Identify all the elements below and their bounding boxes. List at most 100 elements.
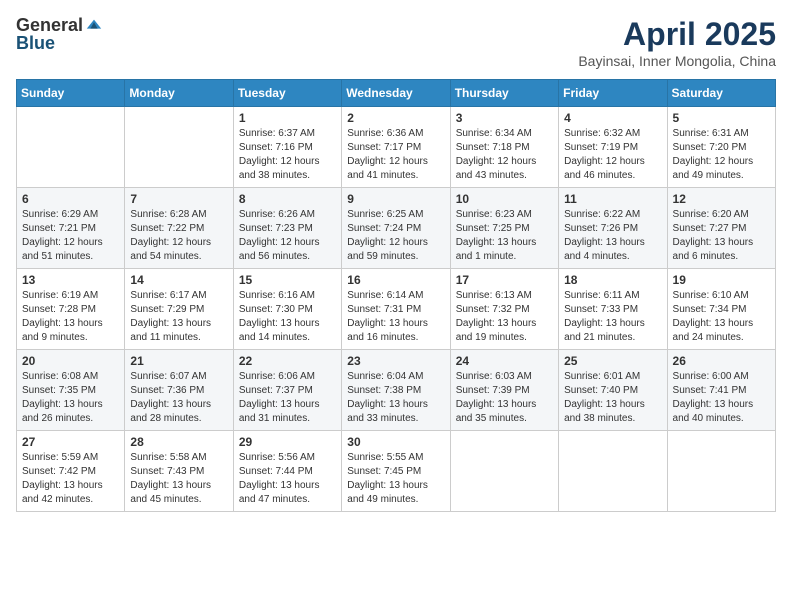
- day-number: 25: [564, 354, 661, 368]
- day-number: 5: [673, 111, 770, 125]
- weekday-header-row: SundayMondayTuesdayWednesdayThursdayFrid…: [17, 80, 776, 107]
- day-number: 28: [130, 435, 227, 449]
- weekday-header: Friday: [559, 80, 667, 107]
- month-title: April 2025: [578, 16, 776, 53]
- calendar-day-cell: 7Sunrise: 6:28 AMSunset: 7:22 PMDaylight…: [125, 188, 233, 269]
- day-detail: Sunrise: 6:36 AMSunset: 7:17 PMDaylight:…: [347, 127, 444, 183]
- day-number: 29: [239, 435, 336, 449]
- calendar-day-cell: 20 Sunrise: 6:08 AMSunset: 7:35 PMDayligh…: [17, 350, 125, 431]
- day-number: 18: [564, 273, 661, 287]
- day-number: 23: [347, 354, 444, 368]
- calendar-day-cell: 17 Sunrise: 6:13 AMSunset: 7:32 PMDayligh…: [450, 269, 558, 350]
- day-number: 12: [673, 192, 770, 206]
- calendar-day-cell: 2 Sunrise: 6:36 AMSunset: 7:17 PMDaylight…: [342, 107, 450, 188]
- day-number: 9: [347, 192, 444, 206]
- calendar-day-cell: 26Sunrise: 6:00 AMSunset: 7:41 PMDayligh…: [667, 350, 775, 431]
- calendar-week-row: 1 Sunrise: 6:37 AMSunset: 7:16 PMDaylight…: [17, 107, 776, 188]
- day-detail: Sunrise: 6:06 AMSunset: 7:37 PMDaylight:…: [239, 370, 336, 426]
- calendar-week-row: 20 Sunrise: 6:08 AMSunset: 7:35 PMDayligh…: [17, 350, 776, 431]
- calendar-day-cell: [450, 431, 558, 512]
- title-area: April 2025 Bayinsai, Inner Mongolia, Chi…: [578, 16, 776, 69]
- calendar-day-cell: 8Sunrise: 6:26 AMSunset: 7:23 PMDaylight…: [233, 188, 341, 269]
- day-detail: Sunrise: 6:03 AMSunset: 7:39 PMDaylight:…: [456, 370, 553, 426]
- day-detail: Sunrise: 6:29 AMSunset: 7:21 PMDaylight:…: [22, 208, 119, 264]
- logo: General Blue: [16, 16, 103, 54]
- day-number: 8: [239, 192, 336, 206]
- day-detail: Sunrise: 6:16 AMSunset: 7:30 PMDaylight:…: [239, 289, 336, 345]
- calendar-day-cell: 5 Sunrise: 6:31 AMSunset: 7:20 PMDaylight…: [667, 107, 775, 188]
- day-detail: Sunrise: 6:32 AMSunset: 7:19 PMDaylight:…: [564, 127, 661, 183]
- calendar-day-cell: 21Sunrise: 6:07 AMSunset: 7:36 PMDayligh…: [125, 350, 233, 431]
- day-detail: Sunrise: 5:55 AMSunset: 7:45 PMDaylight:…: [347, 451, 444, 507]
- calendar-day-cell: 27 Sunrise: 5:59 AMSunset: 7:42 PMDayligh…: [17, 431, 125, 512]
- day-number: 27: [22, 435, 119, 449]
- calendar-day-cell: 30Sunrise: 5:55 AMSunset: 7:45 PMDayligh…: [342, 431, 450, 512]
- calendar-day-cell: 24 Sunrise: 6:03 AMSunset: 7:39 PMDayligh…: [450, 350, 558, 431]
- day-detail: Sunrise: 6:11 AMSunset: 7:33 PMDaylight:…: [564, 289, 661, 345]
- calendar-day-cell: 19 Sunrise: 6:10 AMSunset: 7:34 PMDayligh…: [667, 269, 775, 350]
- day-detail: Sunrise: 6:20 AMSunset: 7:27 PMDaylight:…: [673, 208, 770, 264]
- day-detail: Sunrise: 6:10 AMSunset: 7:34 PMDaylight:…: [673, 289, 770, 345]
- weekday-header: Wednesday: [342, 80, 450, 107]
- day-detail: Sunrise: 5:58 AMSunset: 7:43 PMDaylight:…: [130, 451, 227, 507]
- day-detail: Sunrise: 6:37 AMSunset: 7:16 PMDaylight:…: [239, 127, 336, 183]
- calendar-day-cell: 4Sunrise: 6:32 AMSunset: 7:19 PMDaylight…: [559, 107, 667, 188]
- calendar-day-cell: 10Sunrise: 6:23 AMSunset: 7:25 PMDayligh…: [450, 188, 558, 269]
- day-detail: Sunrise: 6:08 AMSunset: 7:35 PMDaylight:…: [22, 370, 119, 426]
- location-title: Bayinsai, Inner Mongolia, China: [578, 53, 776, 69]
- day-number: 3: [456, 111, 553, 125]
- weekday-header: Sunday: [17, 80, 125, 107]
- calendar-day-cell: [125, 107, 233, 188]
- day-number: 24: [456, 354, 553, 368]
- day-number: 2: [347, 111, 444, 125]
- day-number: 13: [22, 273, 119, 287]
- calendar-day-cell: 23 Sunrise: 6:04 AMSunset: 7:38 PMDayligh…: [342, 350, 450, 431]
- calendar-day-cell: [17, 107, 125, 188]
- calendar-day-cell: 3 Sunrise: 6:34 AMSunset: 7:18 PMDaylight…: [450, 107, 558, 188]
- calendar-day-cell: 25 Sunrise: 6:01 AMSunset: 7:40 PMDayligh…: [559, 350, 667, 431]
- day-number: 14: [130, 273, 227, 287]
- calendar-day-cell: 16 Sunrise: 6:14 AMSunset: 7:31 PMDayligh…: [342, 269, 450, 350]
- day-detail: Sunrise: 6:28 AMSunset: 7:22 PMDaylight:…: [130, 208, 227, 264]
- day-detail: Sunrise: 6:04 AMSunset: 7:38 PMDaylight:…: [347, 370, 444, 426]
- calendar-table: SundayMondayTuesdayWednesdayThursdayFrid…: [16, 79, 776, 512]
- day-detail: Sunrise: 6:31 AMSunset: 7:20 PMDaylight:…: [673, 127, 770, 183]
- weekday-header: Tuesday: [233, 80, 341, 107]
- header: General Blue April 2025 Bayinsai, Inner …: [16, 16, 776, 69]
- day-detail: Sunrise: 6:22 AMSunset: 7:26 PMDaylight:…: [564, 208, 661, 264]
- day-number: 22: [239, 354, 336, 368]
- day-number: 21: [130, 354, 227, 368]
- day-number: 20: [22, 354, 119, 368]
- calendar-week-row: 6 Sunrise: 6:29 AMSunset: 7:21 PMDaylight…: [17, 188, 776, 269]
- day-detail: Sunrise: 5:59 AMSunset: 7:42 PMDaylight:…: [22, 451, 119, 507]
- calendar-day-cell: 18 Sunrise: 6:11 AMSunset: 7:33 PMDayligh…: [559, 269, 667, 350]
- day-number: 16: [347, 273, 444, 287]
- day-detail: Sunrise: 6:25 AMSunset: 7:24 PMDaylight:…: [347, 208, 444, 264]
- calendar-week-row: 13Sunrise: 6:19 AMSunset: 7:28 PMDayligh…: [17, 269, 776, 350]
- day-detail: Sunrise: 6:34 AMSunset: 7:18 PMDaylight:…: [456, 127, 553, 183]
- calendar-day-cell: 14 Sunrise: 6:17 AMSunset: 7:29 PMDayligh…: [125, 269, 233, 350]
- day-number: 26: [673, 354, 770, 368]
- day-number: 17: [456, 273, 553, 287]
- logo-icon: [85, 16, 103, 34]
- weekday-header: Saturday: [667, 80, 775, 107]
- calendar-day-cell: 11Sunrise: 6:22 AMSunset: 7:26 PMDayligh…: [559, 188, 667, 269]
- day-detail: Sunrise: 6:01 AMSunset: 7:40 PMDaylight:…: [564, 370, 661, 426]
- day-detail: Sunrise: 6:13 AMSunset: 7:32 PMDaylight:…: [456, 289, 553, 345]
- calendar-day-cell: [667, 431, 775, 512]
- weekday-header: Monday: [125, 80, 233, 107]
- day-detail: Sunrise: 5:56 AMSunset: 7:44 PMDaylight:…: [239, 451, 336, 507]
- calendar-week-row: 27 Sunrise: 5:59 AMSunset: 7:42 PMDayligh…: [17, 431, 776, 512]
- day-number: 6: [22, 192, 119, 206]
- day-detail: Sunrise: 6:23 AMSunset: 7:25 PMDaylight:…: [456, 208, 553, 264]
- calendar-day-cell: 1 Sunrise: 6:37 AMSunset: 7:16 PMDaylight…: [233, 107, 341, 188]
- logo-general: General: [16, 16, 83, 34]
- day-detail: Sunrise: 6:17 AMSunset: 7:29 PMDaylight:…: [130, 289, 227, 345]
- calendar-day-cell: 15Sunrise: 6:16 AMSunset: 7:30 PMDayligh…: [233, 269, 341, 350]
- day-number: 19: [673, 273, 770, 287]
- calendar-day-cell: 12 Sunrise: 6:20 AMSunset: 7:27 PMDayligh…: [667, 188, 775, 269]
- day-number: 1: [239, 111, 336, 125]
- day-detail: Sunrise: 6:14 AMSunset: 7:31 PMDaylight:…: [347, 289, 444, 345]
- calendar-day-cell: 9 Sunrise: 6:25 AMSunset: 7:24 PMDaylight…: [342, 188, 450, 269]
- logo-blue: Blue: [16, 33, 55, 53]
